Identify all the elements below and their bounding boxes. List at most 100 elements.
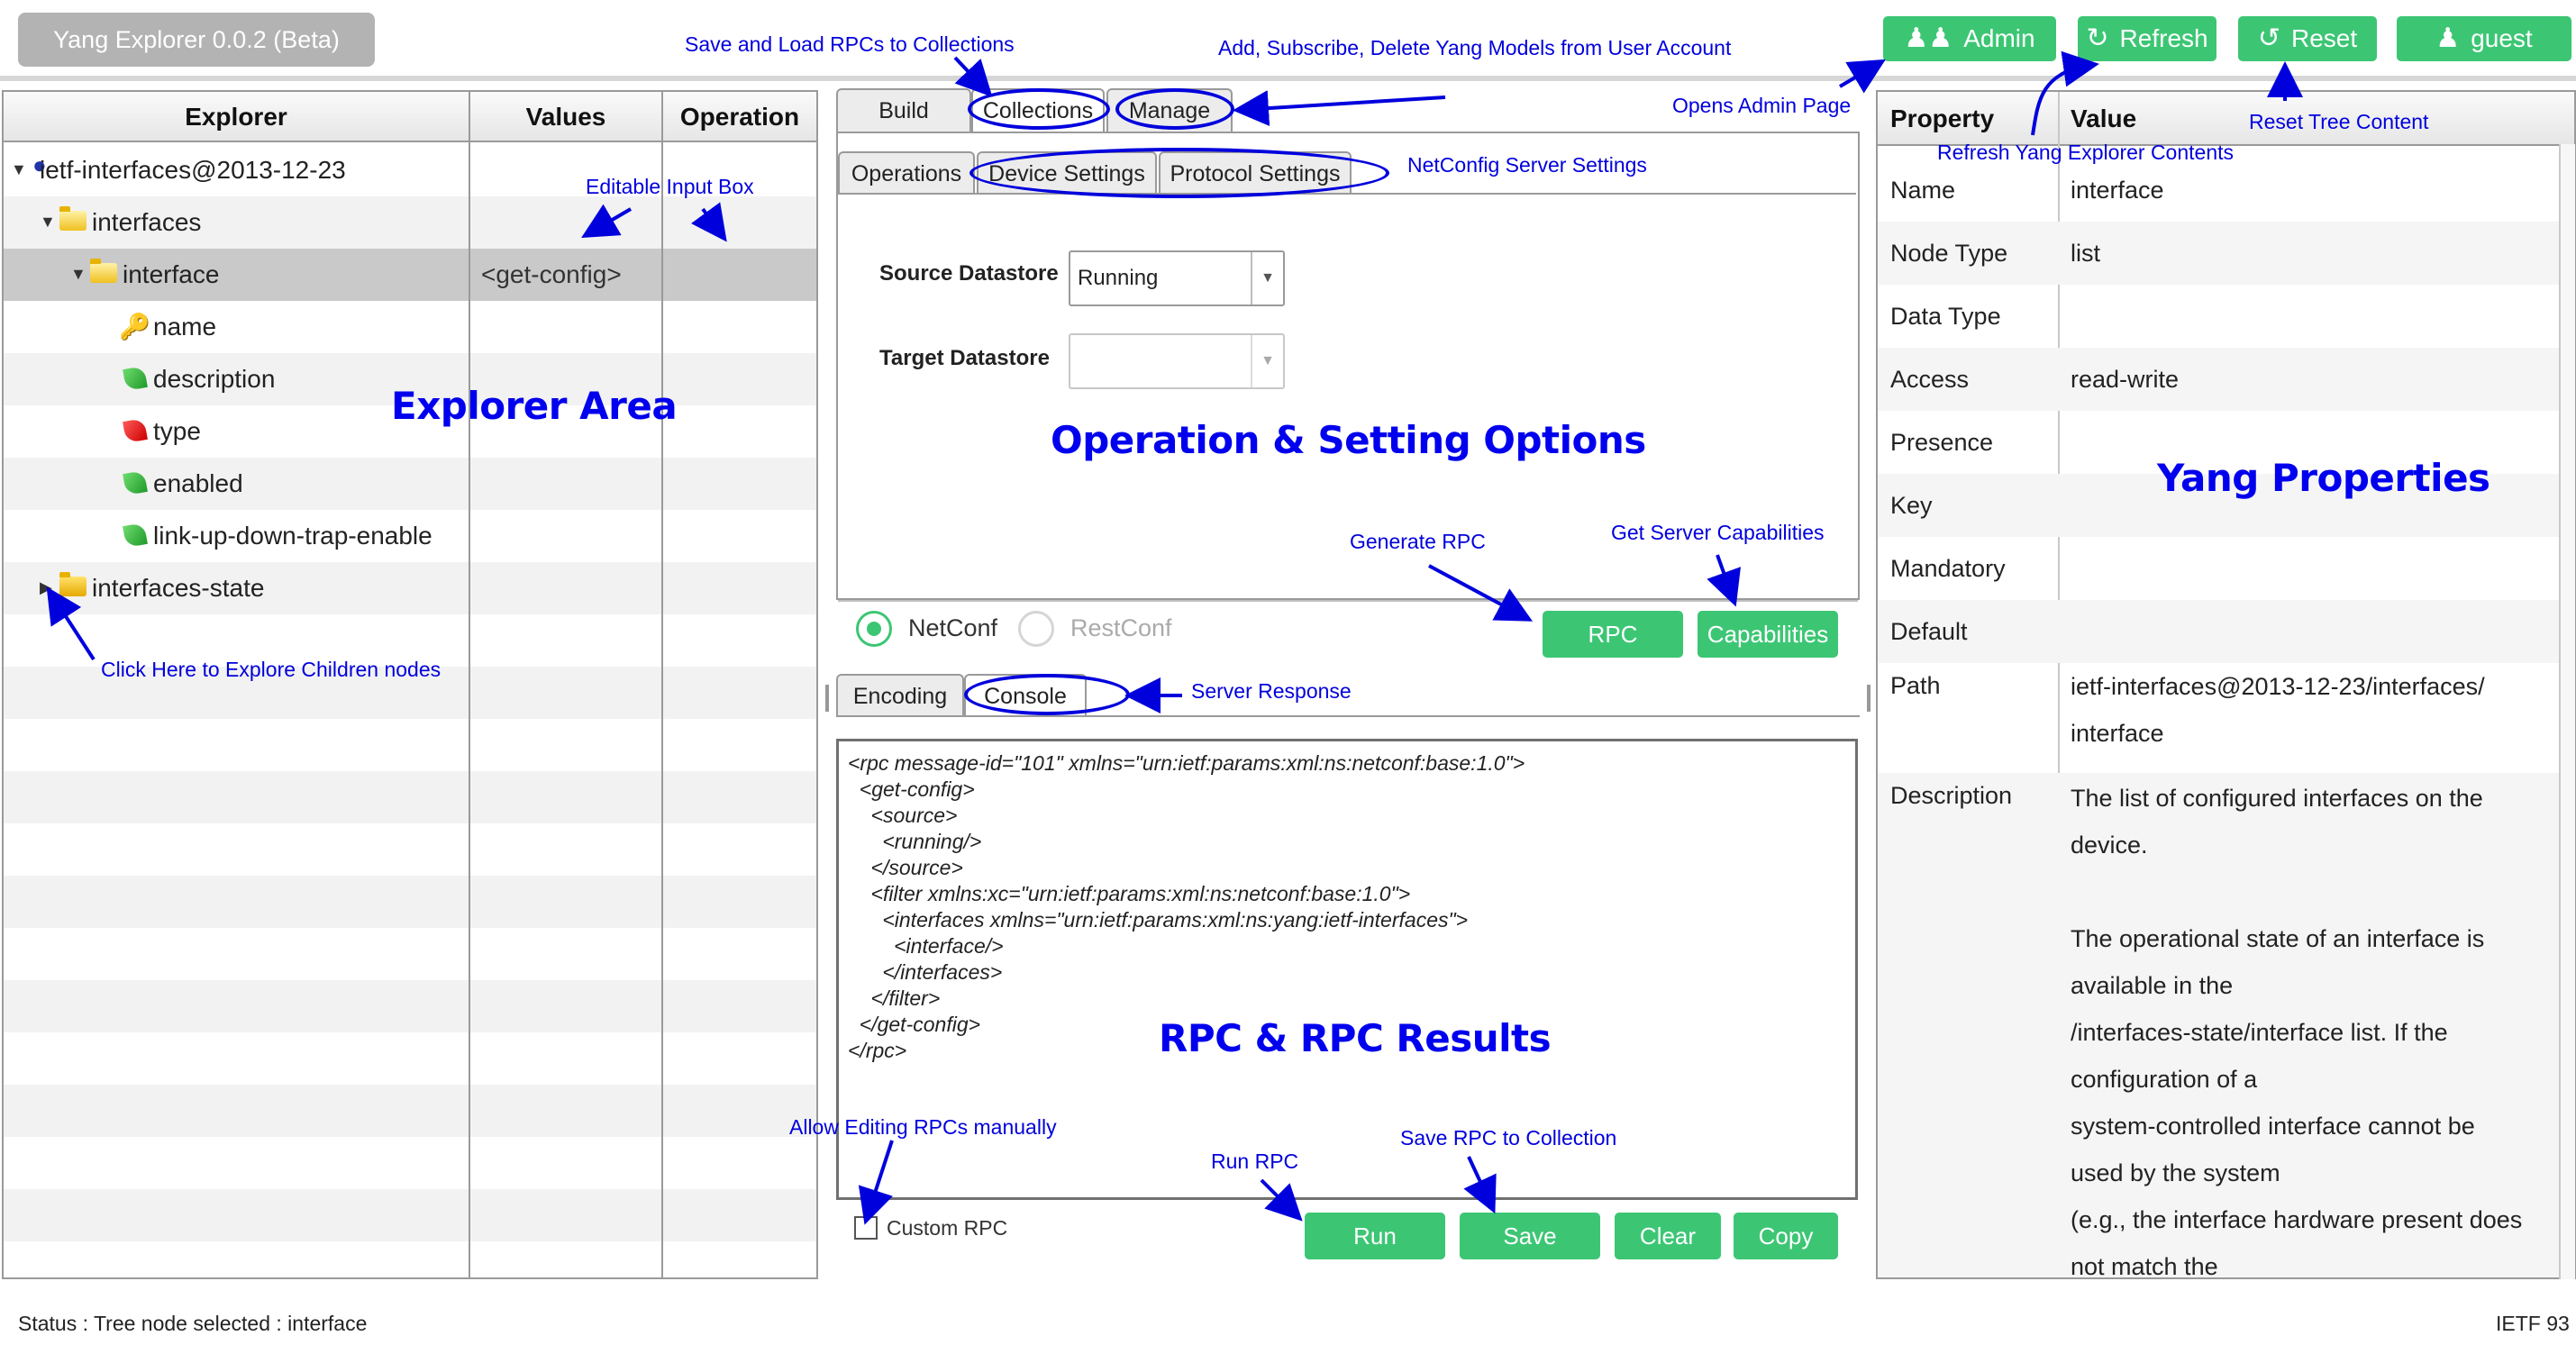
arrow-manage [1233,90,1446,127]
tree-node-label: interfaces-state [92,574,265,602]
annotation-run-rpc: Run RPC [1211,1150,1299,1173]
reset-icon: ↺ [2257,23,2280,53]
target-datastore-select[interactable]: ▼ [1069,333,1285,389]
annotation-reset-tree: Reset Tree Content [2249,110,2429,133]
tree-row-empty [4,980,816,1032]
user-icon: ♟ [2435,23,2461,53]
custom-rpc-checkbox[interactable] [854,1216,878,1240]
header-separator [0,76,2576,81]
property-row: Name interface [1890,176,2164,204]
expand-triangle-icon[interactable]: ▼ [70,265,86,284]
status-text: Status : Tree node selected : interface [18,1312,368,1335]
annotation-editable-input: Editable Input Box [586,175,754,198]
tab-encoding[interactable]: Encoding [836,674,964,717]
arrow-collections [953,56,993,97]
tree-node-label: interfaces [92,208,202,236]
column-divider[interactable] [661,92,663,1277]
tree-row-interface[interactable]: ▼ interface <get-config> [4,249,816,301]
run-button[interactable]: Run [1305,1213,1445,1259]
explorer-panel: Explorer Values Operation ▼ ● ietf-inter… [2,90,818,1279]
source-datastore-select[interactable]: Running ▼ [1069,250,1285,306]
highlight-settings-tabs [969,148,1389,198]
folder-icon [59,572,86,596]
explorer-column-header[interactable]: Explorer [4,92,469,142]
property-row: Node Type list [1878,222,2574,285]
tree-node-label: name [153,313,217,341]
tree-row-empty [4,823,816,876]
save-button[interactable]: Save [1460,1213,1600,1259]
source-datastore-label: Source Datastore [879,261,1059,286]
admin-button[interactable]: ♟♟ Admin [1883,16,2056,61]
tree-row-empty [4,1189,816,1241]
leaf-icon [123,523,148,548]
netconf-radio[interactable] [856,611,892,647]
value-column-header[interactable]: Value [2071,92,2136,146]
value-input[interactable]: <get-config> [481,249,622,301]
tree-node-label: type [153,417,201,445]
expand-triangle-icon[interactable]: ▼ [11,160,27,179]
property-row: Access read-write [1878,348,2574,411]
properties-scrollbar[interactable] [2559,144,2575,1279]
expand-triangle-icon[interactable]: ▶ [40,578,52,597]
app-title: Yang Explorer 0.0.2 (Beta) [18,13,375,67]
property-row: Mandatory [1890,554,2006,582]
tree-row-enabled[interactable]: enabled [4,458,816,510]
column-divider[interactable] [469,92,470,1277]
property-column-header[interactable]: Property [1890,92,1994,146]
tab-operations[interactable]: Operations [838,151,975,195]
leaf-icon [123,418,148,443]
annotation-generate-rpc: Generate RPC [1350,530,1486,553]
property-row: Data Type [1890,302,2001,330]
splitter-handle[interactable] [825,685,829,712]
annotation-explorer-area: Explorer Area [391,384,678,428]
restconf-label: RestConf [1070,614,1172,641]
restconf-radio[interactable] [1018,611,1054,647]
leaf-icon [123,366,148,391]
tree-node-label: interface [123,260,220,288]
leaf-icon [123,470,148,495]
copy-button[interactable]: Copy [1734,1213,1838,1259]
annotation-server-response: Server Response [1191,679,1352,703]
annotation-save-rpc: Save RPC to Collection [1400,1126,1617,1150]
explorer-header: Explorer Values Operation [4,92,816,142]
annotation-save-load: Save and Load RPCs to Collections [685,32,1015,56]
expand-triangle-icon[interactable]: ▼ [40,213,56,232]
annotation-refresh-contents: Refresh Yang Explorer Contents [1937,141,2234,164]
annotation-opens-admin: Opens Admin Page [1672,94,1852,117]
description-value: The list of configured interfaces on the… [2071,785,2523,1279]
user-button[interactable]: ♟ guest [2397,16,2571,61]
tree-row-empty [4,876,816,928]
annotation-add-subscribe: Add, Subscribe, Delete Yang Models from … [1218,36,1732,59]
annotation-netconfig: NetConfig Server Settings [1407,153,1647,177]
folder-icon [59,206,86,231]
refresh-button[interactable]: ↻ Refresh [2078,16,2216,61]
tree-row-empty [4,719,816,771]
operation-column-header[interactable]: Operation [663,92,816,142]
refresh-icon: ↻ [2086,23,2109,53]
path-value: ietf-interfaces@2013-12-23/interfaces/ i… [2071,673,2485,747]
tree-node-label: ietf-interfaces@2013-12-23 [40,156,346,184]
annotation-rpc-results: RPC & RPC Results [1159,1016,1552,1060]
dropdown-arrow-icon[interactable]: ▼ [1251,252,1283,304]
tree-row-empty [4,1137,816,1189]
dropdown-arrow-icon[interactable]: ▼ [1251,335,1283,387]
tree-row-empty [4,928,816,980]
capabilities-button[interactable]: Capabilities [1698,611,1838,658]
tree-row-interfaces-state[interactable]: ▶ interfaces-state [4,562,816,614]
properties-panel: Property Value Name interface Node Type … [1876,90,2576,1279]
tree-row-name[interactable]: 🔑 name [4,301,816,353]
custom-rpc-label: Custom RPC [887,1216,1008,1240]
properties-header: Property Value [1878,92,2574,146]
tree-row-interfaces[interactable]: ▼ interfaces [4,196,816,249]
tree-row-empty [4,771,816,823]
tree-node-label: description [153,365,276,393]
highlight-collections [968,88,1110,130]
splitter-handle[interactable] [1867,685,1871,712]
reset-button[interactable]: ↺ Reset [2238,16,2377,61]
clear-button[interactable]: Clear [1615,1213,1721,1259]
rpc-button[interactable]: RPC [1543,611,1683,658]
values-column-header[interactable]: Values [470,92,661,142]
tab-build[interactable]: Build [836,88,971,132]
tree-row-link-up-down[interactable]: link-up-down-trap-enable [4,510,816,562]
tree-row-empty [4,1032,816,1085]
